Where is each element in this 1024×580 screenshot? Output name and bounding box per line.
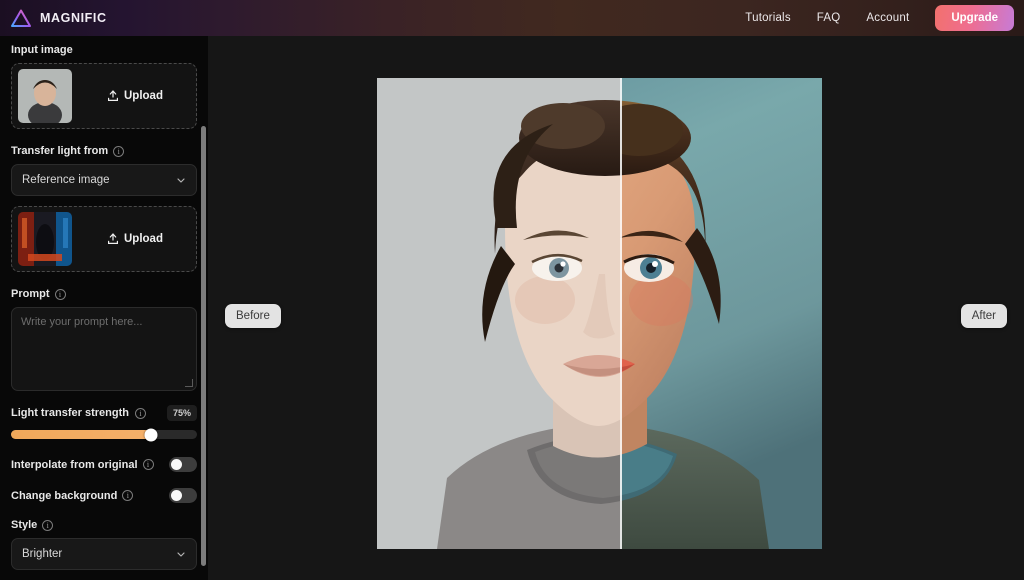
style-selected-value: Brighter — [22, 548, 63, 560]
toggle-knob — [171, 459, 182, 470]
brand-logo[interactable]: MAGNIFIC — [0, 8, 107, 28]
change-background-row: Change background i — [11, 488, 197, 503]
light-transfer-strength-slider[interactable] — [11, 428, 197, 441]
brand-name: MAGNIFIC — [40, 11, 107, 25]
info-icon[interactable]: i — [54, 288, 66, 300]
transfer-light-source-select[interactable]: Reference image — [11, 164, 197, 196]
app-header: MAGNIFIC Tutorials FAQ Account Upgrade — [0, 0, 1024, 36]
sidebar-scrollbar[interactable] — [201, 36, 206, 580]
nav-account[interactable]: Account — [866, 12, 909, 24]
slider-handle[interactable] — [144, 428, 157, 441]
toggle-knob — [171, 490, 182, 501]
interpolate-from-original-toggle[interactable] — [169, 457, 197, 472]
before-label[interactable]: Before — [225, 304, 281, 328]
nav-faq[interactable]: FAQ — [817, 12, 841, 24]
info-icon[interactable]: i — [134, 407, 146, 419]
interpolate-from-original-label: Interpolate from original — [11, 458, 138, 471]
input-image-upload-button[interactable]: Upload — [80, 90, 190, 102]
style-select[interactable]: Brighter — [11, 538, 197, 570]
comparison-slider-divider[interactable] — [620, 78, 622, 549]
chevron-down-icon — [177, 178, 185, 183]
upload-icon — [107, 90, 119, 102]
before-after-image[interactable] — [377, 78, 822, 549]
main-nav: Tutorials FAQ Account Upgrade — [745, 5, 1024, 31]
info-icon[interactable]: i — [113, 145, 125, 157]
prompt-input[interactable]: Write your prompt here... — [11, 307, 197, 391]
reference-image-upload-button[interactable]: Upload — [80, 233, 190, 245]
sidebar-scrollbar-thumb[interactable] — [201, 126, 206, 566]
chevron-down-icon — [177, 552, 185, 557]
prompt-label: Prompt i — [11, 288, 197, 300]
transfer-light-selected-value: Reference image — [22, 174, 110, 186]
light-transfer-strength-label: Light transfer strength — [11, 407, 129, 419]
upload-icon — [107, 233, 119, 245]
light-transfer-strength-value: 75% — [166, 405, 197, 421]
input-image-label: Input image — [11, 44, 73, 56]
info-icon[interactable]: i — [142, 459, 154, 470]
portrait-thumbnail — [18, 69, 72, 123]
change-background-toggle[interactable] — [169, 488, 197, 503]
upload-label: Upload — [124, 233, 163, 245]
controls-sidebar: Input image Upload Transfer light from i — [0, 36, 208, 580]
upload-label: Upload — [124, 90, 163, 102]
reference-poster-thumbnail — [18, 212, 72, 266]
slider-fill — [11, 430, 151, 439]
interpolate-from-original-row: Interpolate from original i — [11, 457, 197, 472]
transfer-light-label: Transfer light from i — [11, 145, 197, 157]
light-transfer-strength-row: Light transfer strength i 75% — [11, 405, 197, 421]
info-icon[interactable]: i — [122, 490, 134, 501]
nav-tutorials[interactable]: Tutorials — [745, 12, 790, 24]
change-background-label: Change background — [11, 489, 118, 502]
triangle-logo-icon — [10, 8, 32, 28]
info-icon[interactable]: i — [42, 519, 54, 531]
input-image-upload-dropzone[interactable]: Upload — [11, 63, 197, 129]
upgrade-button[interactable]: Upgrade — [935, 5, 1014, 31]
after-label[interactable]: After — [960, 304, 1007, 328]
reference-image-upload-dropzone[interactable]: Upload — [11, 206, 197, 272]
preview-canvas: Before After — [208, 36, 1024, 580]
style-label: Style i — [11, 519, 197, 531]
